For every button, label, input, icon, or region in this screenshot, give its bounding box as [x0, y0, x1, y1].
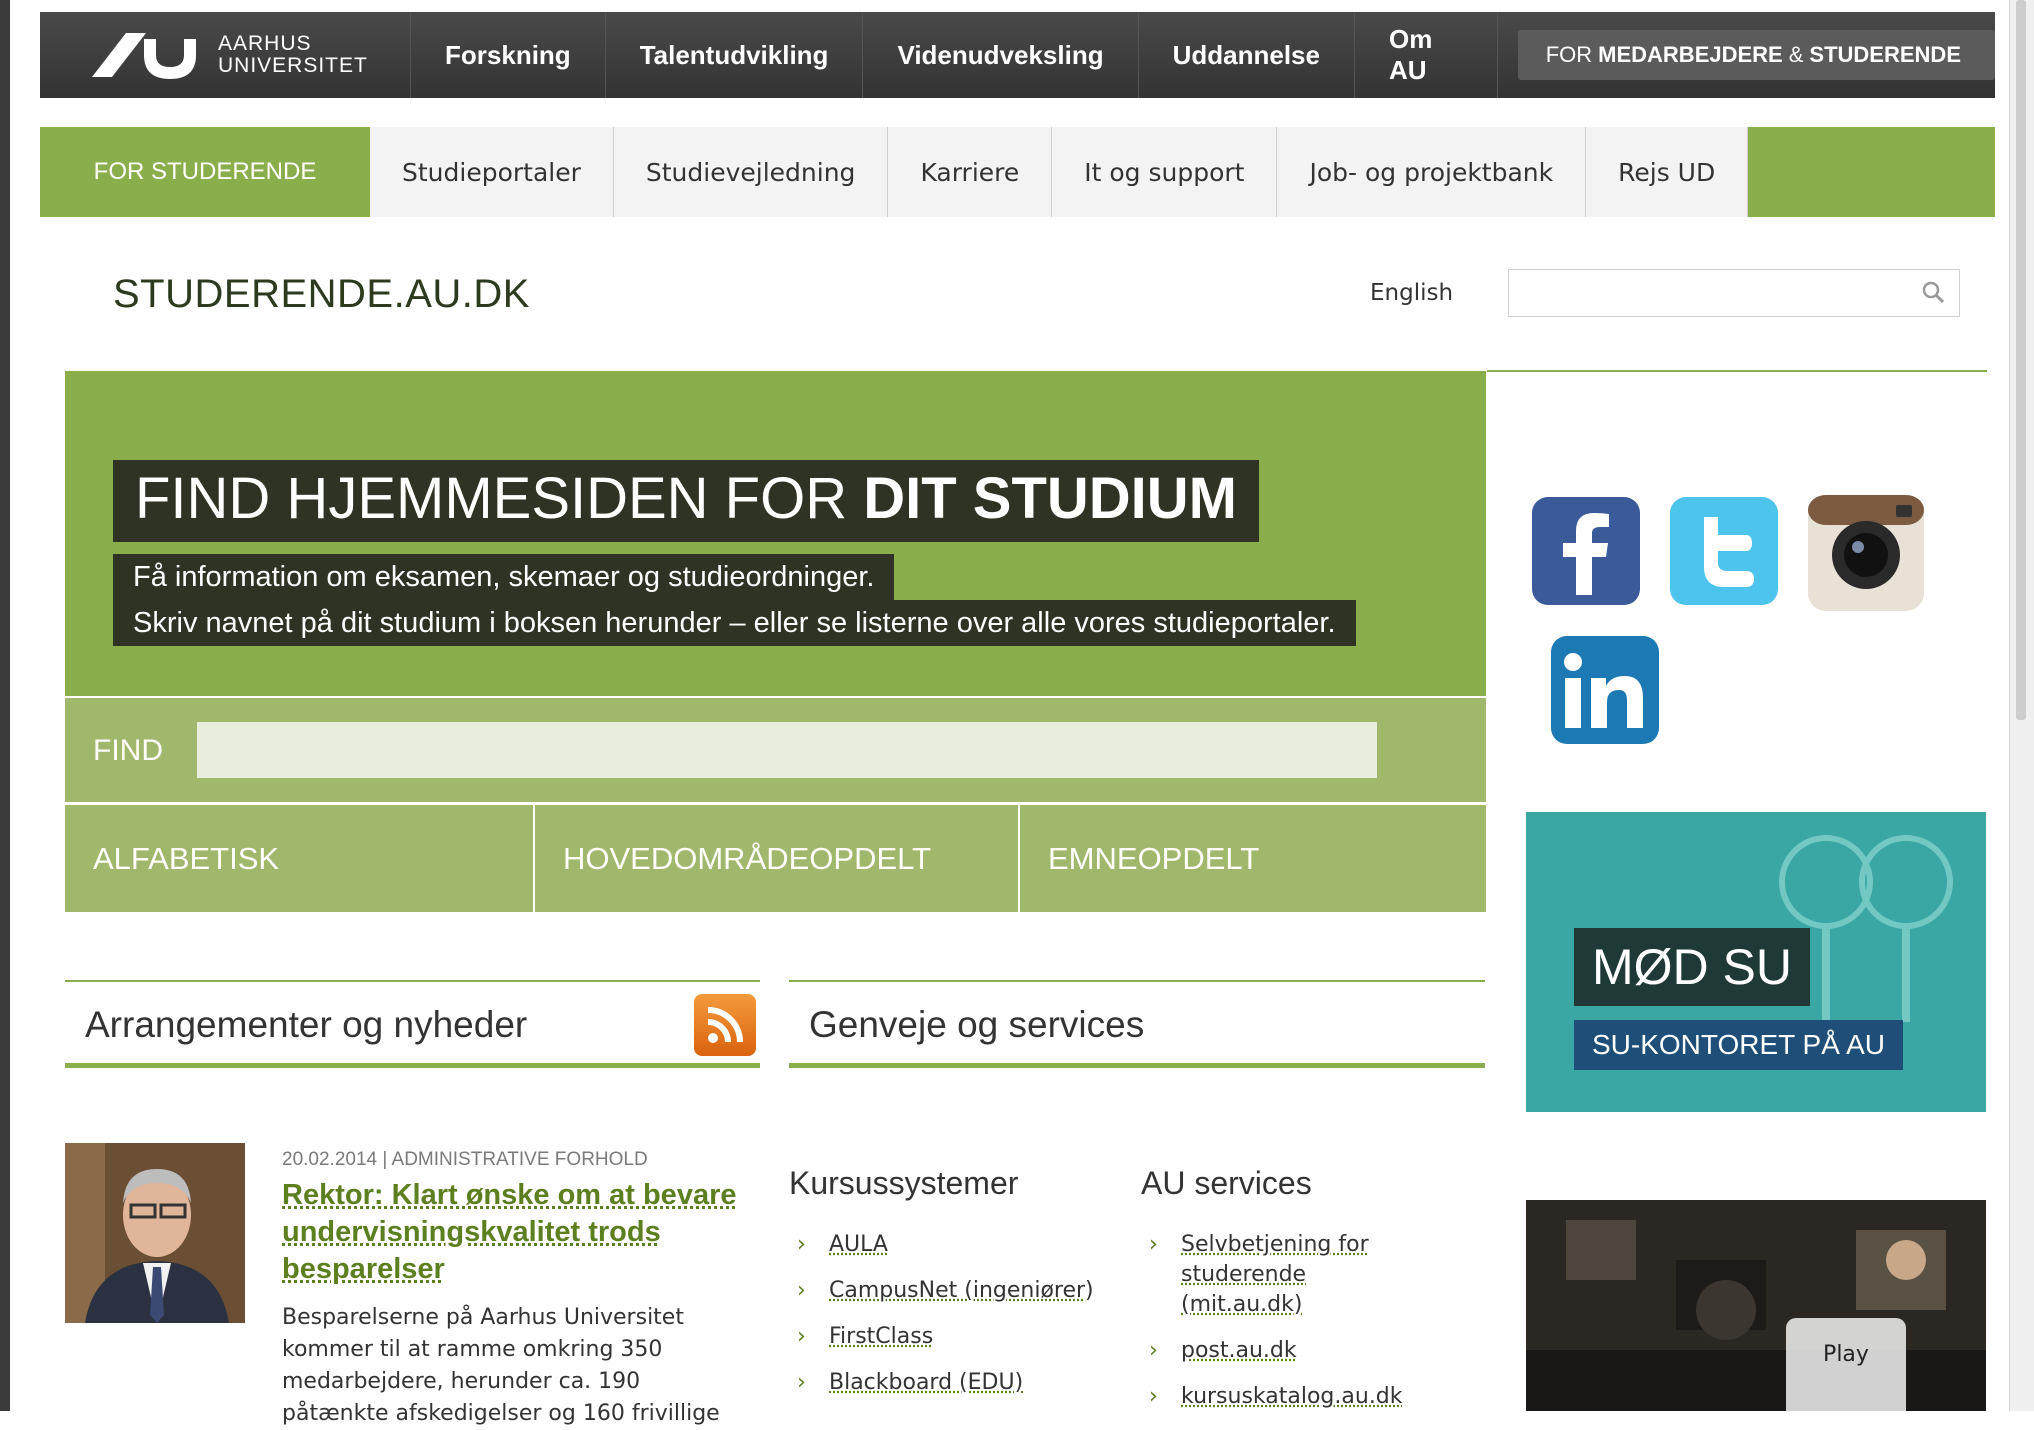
- service-link[interactable]: FirstClass: [829, 1324, 933, 1349]
- list-item[interactable]: › kursuskatalog.au.dk: [1141, 1382, 1403, 1412]
- logo-text: AARHUS UNIVERSITET: [218, 33, 368, 77]
- service-link[interactable]: AULA: [829, 1232, 888, 1257]
- window-frame-left: [0, 0, 10, 1411]
- tab-karriere[interactable]: Karriere: [888, 127, 1053, 217]
- nav-videnudveksling[interactable]: Videnudveksling: [863, 12, 1139, 98]
- news-heading: Arrangementer og nyheder: [85, 1004, 528, 1045]
- for-prefix: FOR: [1545, 42, 1593, 67]
- find-study-input[interactable]: [197, 722, 1377, 778]
- category-emneopdelt[interactable]: EMNEOPDELT: [1020, 805, 1486, 912]
- video-player[interactable]: Play: [1526, 1200, 1986, 1411]
- play-label: Play: [1823, 1342, 1869, 1367]
- news-section-header: Arrangementer og nyheder: [65, 980, 760, 1068]
- kursussystemer-list: › AULA › CampusNet (ingeniører) › FirstClas…: [789, 1230, 1119, 1414]
- service-link[interactable]: post.au.dk: [1181, 1338, 1297, 1363]
- hero-line-2: Skriv navnet på dit studium i boksen her…: [113, 600, 1356, 646]
- chevron-right-icon: ›: [1149, 1338, 1158, 1363]
- tab-job-og-projektbank[interactable]: Job- og projektbank: [1277, 127, 1587, 217]
- play-button[interactable]: Play: [1786, 1318, 1906, 1411]
- hero-title-thin: FIND HJEMMESIDEN FOR: [135, 466, 848, 531]
- category-hovedomraadeopdelt[interactable]: HOVEDOMRÅDEOPDELT: [535, 805, 1020, 912]
- service-link[interactable]: CampusNet (ingeniører): [829, 1278, 1094, 1303]
- find-label: FIND: [93, 734, 163, 767]
- kursussystemer-heading: Kursussystemer: [789, 1165, 1019, 1201]
- for-students: STUDERENDE: [1809, 42, 1961, 67]
- logo-line-2: UNIVERSITET: [218, 54, 368, 77]
- au-services-list: › Selvbetjening for studerende (mit.au.dk…: [1141, 1230, 1403, 1428]
- for-amp: &: [1788, 42, 1804, 67]
- tab-studievejledning[interactable]: Studievejledning: [613, 127, 889, 217]
- nav-uddannelse[interactable]: Uddannelse: [1139, 12, 1355, 98]
- rss-icon[interactable]: [694, 994, 756, 1056]
- services-section-header: Genveje og services: [789, 980, 1485, 1068]
- au-logo[interactable]: AARHUS UNIVERSITET: [40, 12, 412, 98]
- news-meta: 20.02.2014 | ADMINISTRATIVE FORHOLD: [282, 1149, 648, 1170]
- service-link[interactable]: Blackboard (EDU): [829, 1370, 1023, 1395]
- au-services-heading: AU services: [1141, 1165, 1312, 1201]
- language-link-english[interactable]: English: [1370, 280, 1453, 306]
- hero-title-bold: DIT STUDIUM: [863, 466, 1237, 531]
- list-item[interactable]: › post.au.dk: [1141, 1336, 1401, 1366]
- service-link[interactable]: Selvbetjening for studerende (mit.au.dk): [1181, 1232, 1369, 1317]
- search-input[interactable]: [1508, 269, 1960, 317]
- site-title[interactable]: STUDERENDE.AU.DK: [113, 272, 530, 317]
- chevron-right-icon: ›: [797, 1232, 806, 1257]
- search-icon[interactable]: [1921, 280, 1945, 304]
- for-staff: MEDARBEJDERE: [1598, 42, 1783, 67]
- tab-rejs-ud[interactable]: Rejs UD: [1586, 127, 1749, 217]
- su-office-banner[interactable]: MØD SU SU-KONTORET PÅ AU: [1526, 812, 1986, 1112]
- chevron-right-icon: ›: [797, 1278, 806, 1303]
- student-subnav: FOR STUDERENDE Studieportaler Studievejl…: [40, 127, 1995, 217]
- subnav-home-for-studerende[interactable]: FOR STUDERENDE: [40, 127, 370, 217]
- header-divider: [1487, 370, 1987, 372]
- list-item[interactable]: › Blackboard (EDU): [789, 1368, 1119, 1398]
- list-item[interactable]: › FirstClass: [789, 1322, 1119, 1352]
- twitter-icon[interactable]: [1668, 495, 1780, 607]
- instagram-icon[interactable]: [1806, 493, 1926, 613]
- top-navigation-bar: AARHUS UNIVERSITET Forskning Talentudvik…: [40, 12, 1995, 98]
- find-study-hero: FIND HJEMMESIDEN FOR DIT STUDIUM Få info…: [65, 371, 1486, 696]
- study-category-row: ALFABETISK HOVEDOMRÅDEOPDELT EMNEOPDELT: [65, 805, 1486, 912]
- facebook-icon[interactable]: [1530, 495, 1642, 607]
- find-study-row: FIND: [65, 698, 1486, 802]
- vertical-scrollbar[interactable]: [2009, 0, 2034, 1411]
- chevron-right-icon: ›: [797, 1324, 806, 1349]
- su-subtitle: SU-KONTORET PÅ AU: [1574, 1020, 1904, 1070]
- nav-om-au[interactable]: Om AU: [1355, 12, 1498, 98]
- au-logo-icon: [88, 25, 218, 85]
- scrollbar-thumb[interactable]: [2016, 0, 2026, 720]
- news-photo-rector[interactable]: [65, 1143, 245, 1323]
- services-heading: Genveje og services: [809, 1004, 1145, 1045]
- hero-line-1: Få information om eksamen, skemaer og st…: [113, 554, 895, 600]
- hero-title: FIND HJEMMESIDEN FOR DIT STUDIUM: [113, 460, 1259, 542]
- service-link[interactable]: kursuskatalog.au.dk: [1181, 1384, 1403, 1409]
- nav-forskning[interactable]: Forskning: [411, 12, 606, 98]
- list-item[interactable]: › Selvbetjening for studerende (mit.au.dk…: [1141, 1230, 1401, 1320]
- tab-it-og-support[interactable]: It og support: [1052, 127, 1278, 217]
- for-staff-students-button[interactable]: FOR MEDARBEJDERE & STUDERENDE: [1517, 30, 1995, 80]
- list-item[interactable]: › AULA: [789, 1230, 1119, 1260]
- linkedin-icon[interactable]: [1549, 634, 1661, 746]
- chevron-right-icon: ›: [1149, 1232, 1158, 1257]
- logo-line-1: AARHUS: [218, 32, 312, 55]
- chevron-right-icon: ›: [797, 1370, 806, 1395]
- nav-talentudvikling[interactable]: Talentudvikling: [606, 12, 864, 98]
- category-alfabetisk[interactable]: ALFABETISK: [65, 805, 535, 912]
- main-nav: Forskning Talentudvikling Videnudvekslin…: [411, 12, 1498, 98]
- chevron-right-icon: ›: [1149, 1384, 1158, 1409]
- video-thumbnail: [1526, 1200, 1986, 1411]
- tab-studieportaler[interactable]: Studieportaler: [370, 127, 614, 217]
- list-item[interactable]: › CampusNet (ingeniører): [789, 1276, 1119, 1306]
- su-title: MØD SU: [1574, 928, 1810, 1006]
- news-title-link[interactable]: Rektor: Klart ønske om at bevare undervi…: [282, 1177, 762, 1288]
